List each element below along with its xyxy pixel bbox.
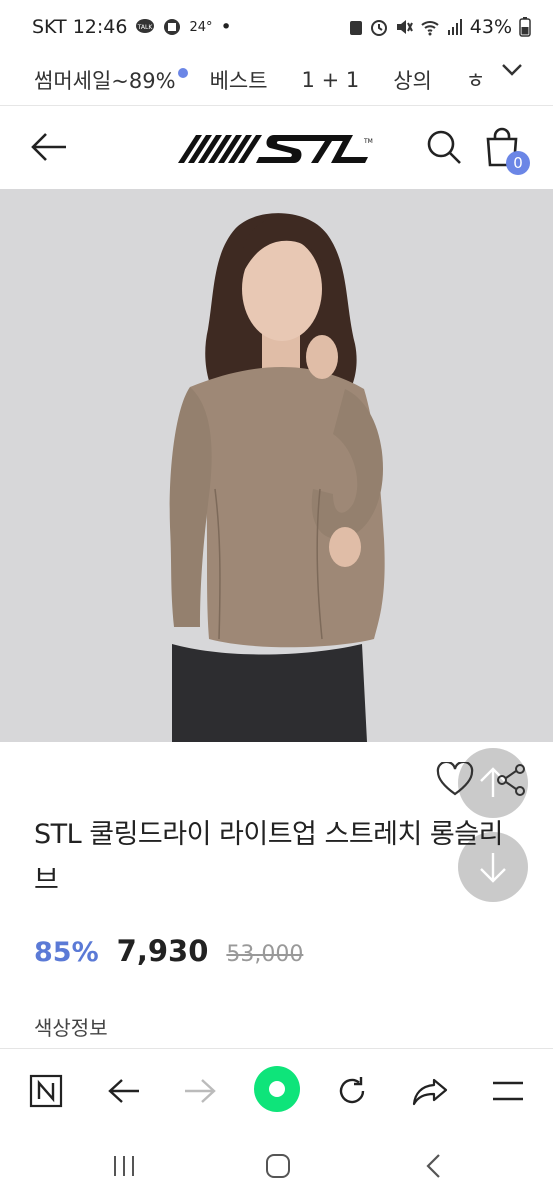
home-button[interactable] xyxy=(258,1148,298,1184)
system-nav-bar xyxy=(0,1132,553,1200)
site-header: TM 0 xyxy=(0,107,553,189)
home-icon xyxy=(266,1154,290,1178)
arrow-left-icon xyxy=(31,133,66,161)
wishlist-button[interactable] xyxy=(436,760,474,798)
mute-icon xyxy=(395,18,413,36)
share-icon xyxy=(497,764,525,796)
alarm-icon xyxy=(370,18,388,36)
stl-logo[interactable]: TM xyxy=(178,129,376,169)
chevron-left-icon xyxy=(426,1154,440,1178)
product-title: STL 쿨링드라이 라이트업 스트레치 롱슬리브 xyxy=(34,819,503,896)
search-button[interactable] xyxy=(424,127,464,167)
browser-forward-button[interactable] xyxy=(178,1069,222,1113)
refresh-button[interactable] xyxy=(330,1069,374,1113)
back-button[interactable] xyxy=(28,127,72,167)
category-nav: 썸머세일~89% 베스트 1 + 1 상의 ㅎ xyxy=(0,54,553,106)
share-button[interactable] xyxy=(494,762,528,798)
wifi-icon xyxy=(420,18,440,36)
discount-rate: 85% xyxy=(34,937,99,968)
svg-text:TM: TM xyxy=(363,138,373,145)
price-row: 85% 7,930 53,000 xyxy=(34,934,303,968)
category-summer-sale-label: 썸머세일~89% xyxy=(34,68,176,93)
temperature: 24° xyxy=(189,19,213,35)
share-arrow-icon xyxy=(412,1078,448,1106)
arrow-right-icon xyxy=(185,1079,216,1103)
heart-icon xyxy=(436,760,474,796)
category-partial[interactable]: ㅎ xyxy=(466,65,485,95)
battery-percent: 43% xyxy=(469,16,512,38)
menu-icon xyxy=(493,1081,523,1101)
recent-apps-button[interactable] xyxy=(104,1148,144,1184)
box-icon xyxy=(163,18,181,36)
menu-button[interactable] xyxy=(486,1069,530,1113)
signal-icon xyxy=(447,18,463,36)
category-one-plus-one-label: 1 + 1 xyxy=(301,67,360,92)
status-dot: • xyxy=(220,16,232,38)
category-tops[interactable]: 상의 xyxy=(393,65,432,95)
naver-n-icon xyxy=(29,1074,63,1108)
talk-icon: TALK xyxy=(135,18,155,36)
lock-icon xyxy=(349,18,363,36)
system-back-button[interactable] xyxy=(414,1148,454,1184)
recent-apps-icon xyxy=(114,1156,134,1176)
naver-button[interactable] xyxy=(24,1069,68,1113)
carrier-time: SKT 12:46 xyxy=(32,16,128,38)
svg-text:TALK: TALK xyxy=(137,24,154,31)
category-best[interactable]: 베스트 xyxy=(210,65,268,95)
model-photo xyxy=(0,189,553,742)
battery-icon xyxy=(519,17,531,37)
category-partial-label: ㅎ xyxy=(465,68,486,93)
status-bar: SKT 12:46 TALK 24° • 43% xyxy=(0,0,553,54)
search-icon xyxy=(427,130,461,164)
cart-count-badge: 0 xyxy=(506,151,530,175)
category-best-label: 베스트 xyxy=(209,68,268,93)
category-tops-label: 상의 xyxy=(393,68,432,93)
browser-share-button[interactable] xyxy=(408,1069,452,1113)
green-dot-icon xyxy=(269,1081,285,1097)
product-image[interactable] xyxy=(0,189,553,742)
chevron-down-icon[interactable] xyxy=(501,62,523,82)
browser-back-button[interactable] xyxy=(102,1069,146,1113)
category-one-plus-one[interactable]: 1 + 1 xyxy=(302,68,360,92)
green-home-button[interactable] xyxy=(254,1066,300,1112)
sale-price: 7,930 xyxy=(116,934,209,968)
arrow-left-icon xyxy=(108,1079,139,1103)
refresh-icon xyxy=(339,1077,365,1104)
cart-button[interactable]: 0 xyxy=(482,125,532,175)
original-price: 53,000 xyxy=(226,942,304,967)
category-summer-sale[interactable]: 썸머세일~89% xyxy=(34,65,188,95)
color-info-label: 색상정보 xyxy=(34,1016,108,1040)
new-badge-dot xyxy=(177,67,188,78)
